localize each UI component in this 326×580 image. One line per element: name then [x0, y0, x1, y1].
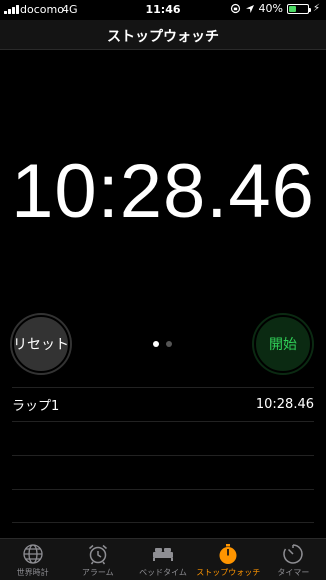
bed-icon — [153, 548, 173, 561]
reset-button-label: リセット — [13, 337, 69, 353]
tab-alarm[interactable]: アラーム — [65, 539, 130, 580]
tab-label: ストップウォッチ — [196, 568, 261, 577]
lap-list: ラップ1 10:28.46 — [12, 387, 314, 523]
lap-row-empty — [12, 421, 314, 455]
globe-icon — [22, 544, 43, 564]
battery-icon — [286, 3, 311, 14]
start-button-label: 開始 — [269, 337, 297, 353]
reset-button[interactable]: リセット — [10, 313, 72, 375]
lap-time: 10:28.46 — [255, 397, 314, 412]
page-title: ストップウォッチ — [107, 29, 219, 45]
timer-icon — [283, 544, 304, 564]
page-dot-2 — [166, 341, 172, 347]
tab-stopwatch[interactable]: ストップウォッチ — [196, 539, 261, 580]
tab-label: タイマー — [277, 568, 310, 577]
tab-label: ベッドタイム — [139, 568, 187, 577]
tab-timer[interactable]: タイマー — [261, 539, 326, 580]
location-icon — [245, 4, 254, 13]
lap-row-empty — [12, 489, 314, 523]
status-bar: docomo 4G 11:46 40% ⚡ — [0, 0, 326, 20]
tab-label: アラーム — [81, 568, 114, 577]
stopwatch-time-display: 10:28.46 — [11, 149, 315, 234]
lap-row: ラップ1 10:28.46 — [12, 387, 314, 421]
alarm-clock-icon — [88, 544, 107, 565]
lap-row-empty — [12, 455, 314, 489]
page-indicator[interactable] — [153, 341, 172, 347]
battery-percent: 40% — [258, 2, 283, 15]
page-dot-1 — [153, 341, 159, 347]
tab-world-clock[interactable]: 世界時計 — [0, 539, 65, 580]
tab-label: 世界時計 — [16, 568, 49, 577]
nav-header: ストップウォッチ — [0, 20, 326, 50]
start-button[interactable]: 開始 — [252, 313, 314, 375]
stopwatch-icon — [219, 544, 237, 564]
tab-bedtime[interactable]: ベッドタイム — [130, 539, 195, 580]
lap-label: ラップ1 — [12, 399, 60, 414]
charging-icon: ⚡ — [312, 3, 320, 14]
rotation-lock-icon — [230, 3, 240, 14]
tab-bar: 世界時計 アラーム ベッドタイム ストップウォッチ タイマー — [0, 538, 326, 580]
